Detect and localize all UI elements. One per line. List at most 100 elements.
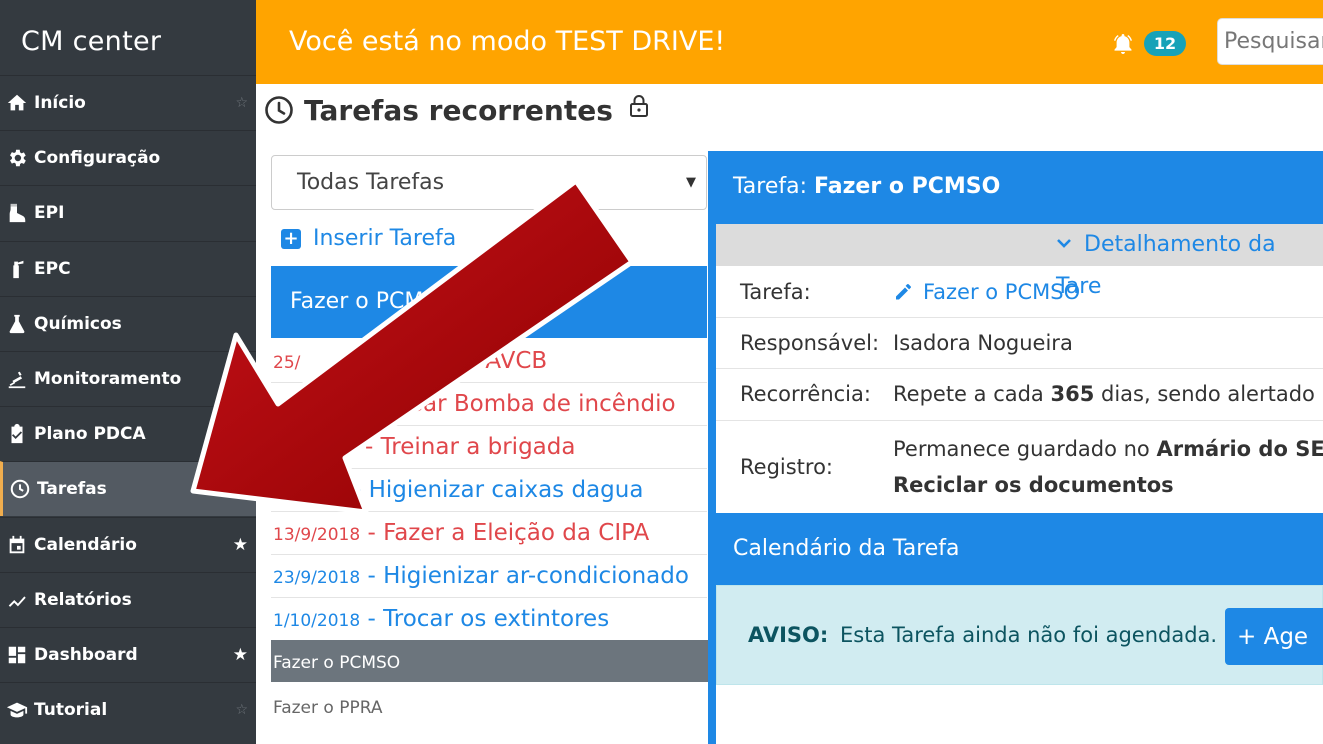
task-list-item[interactable]: 1/10/2018 - Trocar os extintores	[271, 598, 707, 641]
chart-line-icon	[0, 589, 34, 611]
sidebar-item-monitoramento[interactable]: Monitoramento	[0, 351, 256, 406]
registry-pre: Permanece guardado no	[893, 437, 1157, 461]
sidebar-item-label: Configuração	[34, 148, 161, 169]
task-date: 23/9/2018	[273, 568, 361, 588]
extinguisher-icon	[0, 258, 34, 280]
favorite-star-icon[interactable]: ☆	[235, 702, 248, 718]
detail-label: Tarefa:	[740, 280, 811, 304]
detail-label: Recorrência:	[740, 382, 871, 406]
clipboard-check-icon	[0, 423, 34, 445]
search-input[interactable]	[1217, 18, 1323, 65]
dashboard-icon	[0, 644, 34, 666]
registry-line2: Reciclar os documentos	[893, 473, 1174, 497]
insert-task-link[interactable]: + Inserir Tarefa	[281, 226, 456, 251]
boot-icon	[0, 202, 34, 224]
sidebar-item-tarefas[interactable]: Tarefas	[0, 461, 256, 517]
task-name: Trocar os extintores	[383, 606, 610, 632]
sidebar-item-quimicos[interactable]: Químicos	[0, 295, 256, 351]
registry-line1: Permanece guardado no Armário do SE	[893, 437, 1323, 461]
selected-task-item[interactable]: Fazer o PCMSO	[271, 266, 707, 338]
clock-icon	[265, 96, 293, 124]
sidebar-item-plano-pdca[interactable]: Plano PDCA	[0, 406, 256, 461]
task-detail-card: Detalhamento da Tare Tarefa: Fazer o PCM…	[716, 224, 1323, 744]
sidebar-item-label: Dashboard	[34, 645, 138, 665]
clock-icon	[3, 478, 37, 500]
sidebar-item-epc[interactable]: EPC	[0, 240, 256, 296]
sidebar-item-label: Plano PDCA	[34, 424, 146, 445]
task-detail-header: Tarefa: Fazer o PCMSO	[733, 174, 1000, 199]
home-icon	[0, 92, 34, 114]
recurrence-days: 365	[1050, 382, 1095, 406]
task-list-item[interactable]: sar Bomba de incêndio	[271, 383, 707, 426]
task-date: 13/9/2018	[273, 525, 361, 545]
recurrence-post: dias, sendo alertado 3	[1094, 382, 1323, 406]
task-name: sar Bomba de incêndio	[411, 391, 676, 417]
brand-logo[interactable]: CM center	[0, 0, 256, 84]
details-toggle[interactable]: Detalhamento da Tare	[716, 224, 1323, 299]
dropdown-caret-icon: ▼	[686, 175, 696, 190]
task-sep: -	[353, 477, 369, 503]
detail-row-recorrencia: Recorrência: Repete a cada 365 dias, sen…	[716, 369, 1323, 421]
flask-icon	[0, 313, 34, 335]
detail-label: Registro:	[740, 455, 834, 479]
recurrence-pre: Repete a cada	[893, 382, 1051, 406]
detail-row-responsavel: Responsável: Isadora Nogueira	[716, 318, 1323, 369]
sidebar-item-label: Tarefas	[37, 479, 107, 500]
notification-badge[interactable]: 12	[1144, 31, 1186, 56]
task-date: 25/	[273, 353, 301, 373]
sidebar-item-calendario[interactable]: Calendário ★	[0, 516, 256, 572]
chevron-down-icon	[1057, 239, 1071, 248]
sidebar-item-configuracao[interactable]: Configuração	[0, 130, 256, 185]
bell-icon[interactable]	[1111, 32, 1135, 56]
task-date: 1/10/2018	[273, 611, 361, 631]
favorite-star-icon[interactable]: ☆	[235, 95, 248, 111]
detail-label: Responsável:	[740, 331, 880, 355]
sidebar-item-label: Relatórios	[34, 589, 132, 610]
sidebar-item-tutorial[interactable]: Tutorial ☆	[0, 682, 256, 737]
warning-label: AVISO:	[748, 623, 829, 647]
task-detail-panel: Tarefa: Fazer o PCMSO Detalhamento da Ta…	[708, 151, 1323, 744]
sidebar-item-label: EPC	[34, 258, 71, 279]
sidebar-item-inicio[interactable]: Início ☆	[0, 75, 256, 130]
task-filter-value: Todas Tarefas	[297, 170, 445, 195]
pencil-icon	[896, 284, 911, 300]
insert-task-label: Inserir Tarefa	[313, 226, 457, 251]
sidebar-item-epi[interactable]: EPI	[0, 185, 256, 240]
sidebar-item-dashboard[interactable]: Dashboard ★	[0, 627, 256, 682]
sidebar-item-label: Calendário	[34, 534, 137, 555]
registry-place: Armário do SE	[1156, 437, 1323, 461]
task-group-ppra[interactable]: Fazer o PPRA	[271, 690, 708, 726]
top-bar: Você está no modo TEST DRIVE! 12	[256, 0, 1323, 84]
schedule-button[interactable]: + Age	[1225, 608, 1323, 665]
task-group-pcmso[interactable]: Fazer o PCMSO	[271, 640, 708, 682]
microscope-icon	[0, 368, 34, 390]
edit-task-link[interactable]: Fazer o PCMSO	[893, 280, 1080, 304]
task-sep: -	[360, 520, 384, 546]
task-filter-select[interactable]: Todas Tarefas ▼	[271, 155, 707, 210]
plus-square-icon: +	[281, 228, 301, 249]
task-list-item[interactable]: 23/9/2018 - Higienizar ar-condicionado	[271, 555, 707, 598]
task-name: Fazer a Eleição da CIPA	[383, 520, 650, 546]
task-name: Higienizar caixas dagua	[368, 477, 644, 503]
lock-icon[interactable]	[629, 94, 649, 118]
detail-row-tarefa: Tarefa: Fazer o PCMSO	[716, 266, 1323, 318]
task-name: Higienizar ar-condicionado	[383, 563, 689, 589]
recurrence-value: Repete a cada 365 dias, sendo alertado 3	[893, 382, 1323, 406]
page-header: Tarefas recorrentes	[264, 90, 649, 130]
task-list-item[interactable]: - Higienizar caixas dagua	[271, 469, 707, 512]
task-sep: -	[360, 563, 384, 589]
responsible-value: Isadora Nogueira	[893, 331, 1073, 355]
detail-row-registro: Registro: Permanece guardado no Armário …	[716, 421, 1323, 513]
sidebar-item-label: Início	[34, 93, 86, 113]
sidebar-item-label: Tutorial	[34, 700, 108, 721]
sidebar-item-relatorios[interactable]: Relatórios	[0, 571, 256, 627]
favorite-star-icon[interactable]: ★	[233, 535, 248, 555]
sidebar-item-label: Monitoramento	[34, 369, 182, 389]
task-list-item[interactable]: 25/AVCB	[271, 340, 707, 383]
task-list-item[interactable]: - Treinar a brigada	[271, 426, 707, 469]
page-title: Tarefas recorrentes	[304, 93, 613, 127]
favorite-star-icon[interactable]: ★	[233, 645, 248, 665]
calendar-icon	[0, 534, 34, 556]
task-list-item[interactable]: 13/9/2018 - Fazer a Eleição da CIPA	[271, 512, 707, 555]
warning-text: Esta Tarefa ainda não foi agendada.	[840, 623, 1218, 647]
